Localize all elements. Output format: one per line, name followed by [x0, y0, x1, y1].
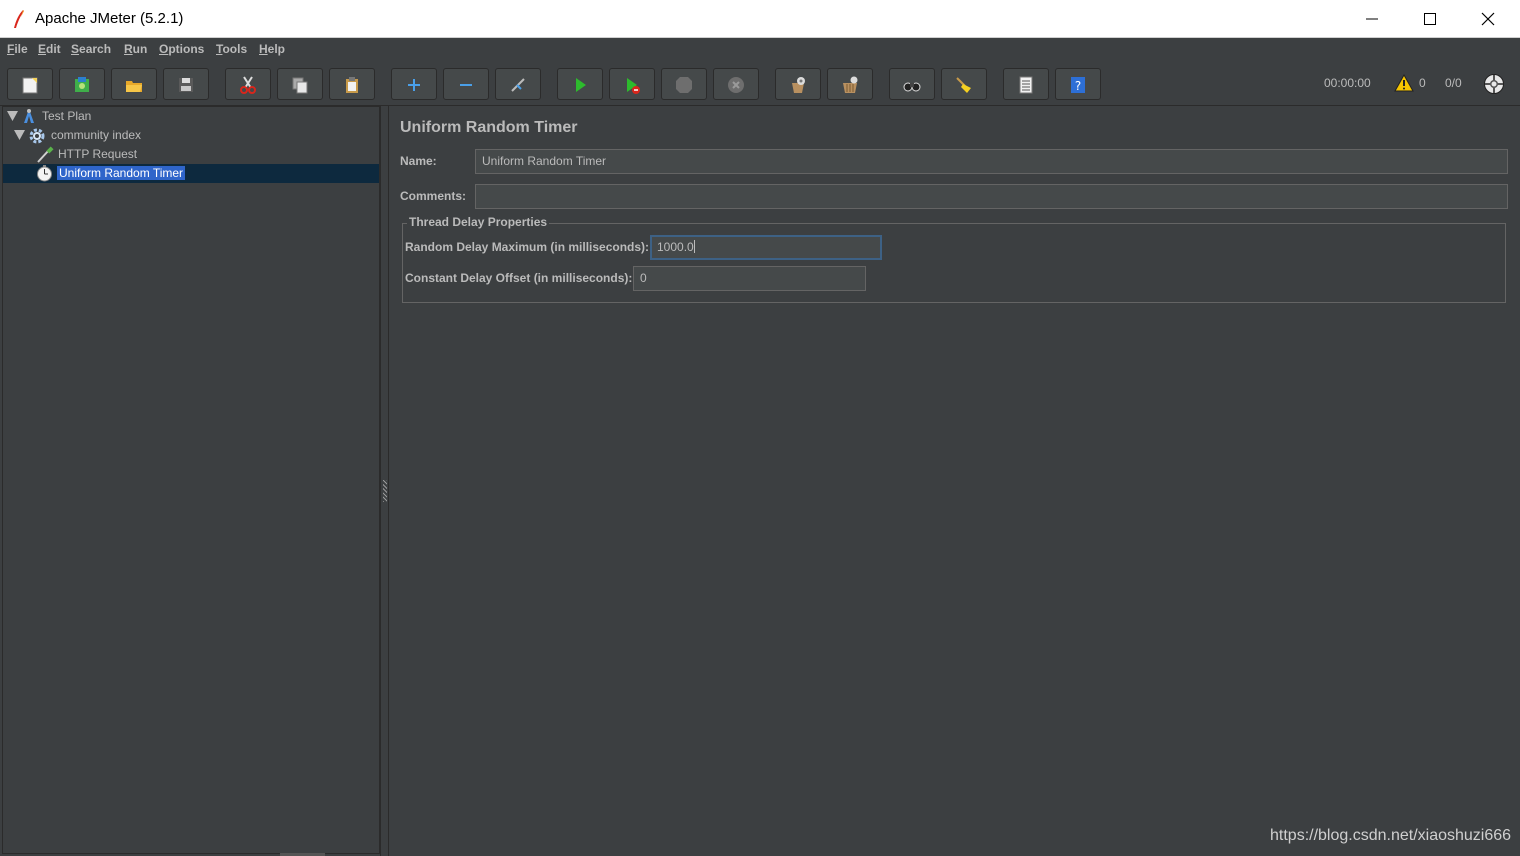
title-bar: Apache JMeter (5.2.1) — [0, 0, 1520, 38]
clear-all-icon — [843, 76, 858, 93]
window-title: Apache JMeter (5.2.1) — [35, 10, 184, 27]
templates-button[interactable] — [59, 68, 105, 100]
start-no-pauses-icon — [627, 78, 640, 94]
new-icon — [22, 77, 38, 94]
tree-label: HTTP Request — [58, 147, 138, 161]
maximize-icon — [1424, 13, 1436, 25]
remote-status-icon[interactable] — [1483, 73, 1505, 95]
stop-icon — [676, 77, 692, 93]
expanded-arrow-icon[interactable] — [14, 130, 25, 140]
menu-run[interactable]: Run — [124, 42, 147, 56]
svg-text:?: ? — [1075, 79, 1081, 93]
menu-edit[interactable]: Edit — [38, 42, 61, 56]
cut-button[interactable] — [225, 68, 271, 100]
random-delay-field[interactable]: 1000.0 — [650, 235, 882, 260]
toggle-icon — [511, 78, 525, 92]
paste-button[interactable] — [329, 68, 375, 100]
open-icon — [126, 81, 142, 92]
paste-icon — [346, 77, 358, 93]
group-title: Thread Delay Properties — [407, 215, 550, 229]
help-icon: ? — [1071, 77, 1085, 93]
start-no-pauses-button[interactable] — [609, 68, 655, 100]
tree-item-http-request[interactable]: HTTP Request — [3, 145, 379, 164]
tree-label: Uniform Random Timer — [57, 166, 186, 180]
clear-icon — [792, 77, 805, 93]
warning-count: 0 — [1419, 76, 1426, 90]
toggle-button[interactable] — [495, 68, 541, 100]
save-button[interactable] — [163, 68, 209, 100]
tree-item-test-plan[interactable]: Test Plan — [3, 107, 379, 126]
expand-all-button[interactable] — [391, 68, 437, 100]
shutdown-icon — [728, 77, 744, 93]
text-caret — [693, 240, 695, 253]
start-button[interactable] — [557, 68, 603, 100]
menu-help[interactable]: Help — [259, 42, 285, 56]
timer-clock-icon — [37, 165, 52, 182]
clear-button[interactable] — [775, 68, 821, 100]
function-helper-button[interactable] — [1003, 68, 1049, 100]
reset-search-button[interactable] — [941, 68, 987, 100]
tree-label: Test Plan — [42, 109, 92, 123]
thread-delay-properties-group: Thread Delay Properties Random Delay Max… — [402, 215, 1506, 303]
tree-label: community index — [51, 128, 142, 142]
minimize-button[interactable] — [1343, 0, 1401, 38]
elapsed-time: 00:00:00 — [1324, 76, 1371, 90]
search-icon — [903, 82, 921, 92]
menu-options[interactable]: Options — [159, 42, 204, 56]
menu-file[interactable]: File — [7, 42, 28, 56]
split-pane-divider[interactable] — [380, 106, 389, 856]
timer-config-panel: Uniform Random Timer Name: Uniform Rando… — [390, 106, 1520, 856]
comments-field[interactable] — [475, 184, 1508, 209]
expand-all-icon — [408, 79, 420, 91]
help-button[interactable]: ? — [1055, 68, 1101, 100]
maximize-button[interactable] — [1401, 0, 1459, 38]
thread-count: 0/0 — [1445, 76, 1462, 90]
tree-item-thread-group[interactable]: community index — [3, 126, 379, 145]
warning-icon[interactable] — [1394, 74, 1414, 92]
templates-icon — [75, 77, 89, 92]
stop-button[interactable] — [661, 68, 707, 100]
collapse-all-button[interactable] — [443, 68, 489, 100]
search-button[interactable] — [889, 68, 935, 100]
name-field[interactable]: Uniform Random Timer — [475, 149, 1508, 174]
test-plan-tree: Test Plan community index HTTP Request U… — [2, 106, 380, 854]
test-plan-icon — [24, 109, 34, 123]
jmeter-feather-icon — [14, 10, 24, 28]
comments-label: Comments: — [400, 189, 467, 203]
reset-search-icon — [956, 77, 971, 93]
constant-delay-label: Constant Delay Offset (in milliseconds): — [405, 271, 633, 285]
copy-button[interactable] — [277, 68, 323, 100]
thread-group-gear-icon — [29, 128, 45, 144]
copy-icon — [292, 77, 308, 94]
menu-bar: File Edit Search Run Options Tools Help — [0, 38, 1520, 60]
close-button[interactable] — [1459, 0, 1517, 38]
save-icon — [179, 78, 193, 92]
open-button[interactable] — [111, 68, 157, 100]
start-icon — [576, 78, 586, 92]
cut-icon — [240, 76, 256, 94]
close-icon — [1481, 12, 1495, 26]
toolbar: ? 00:00:00 0 0/0 — [0, 60, 1520, 106]
splitter-grip[interactable] — [383, 480, 387, 502]
menu-tools[interactable]: Tools — [216, 42, 247, 56]
expanded-arrow-icon[interactable] — [7, 111, 18, 121]
clear-all-button[interactable] — [827, 68, 873, 100]
name-label: Name: — [400, 154, 437, 168]
function-helper-icon — [1019, 76, 1033, 94]
tree-item-uniform-random-timer[interactable]: Uniform Random Timer — [3, 164, 379, 183]
panel-title: Uniform Random Timer — [400, 119, 578, 136]
random-delay-label: Random Delay Maximum (in milliseconds): — [405, 240, 650, 254]
watermark: https://blog.csdn.net/xiaoshuzi666 — [1270, 827, 1512, 844]
constant-delay-field[interactable]: 0 — [633, 266, 866, 291]
minimize-icon — [1366, 18, 1378, 20]
menu-search[interactable]: Search — [71, 42, 111, 56]
collapse-all-icon — [460, 84, 472, 86]
sampler-pipette-icon — [37, 146, 54, 163]
new-button[interactable] — [7, 68, 53, 100]
random-delay-value: 1000.0 — [657, 240, 694, 254]
shutdown-button[interactable] — [713, 68, 759, 100]
